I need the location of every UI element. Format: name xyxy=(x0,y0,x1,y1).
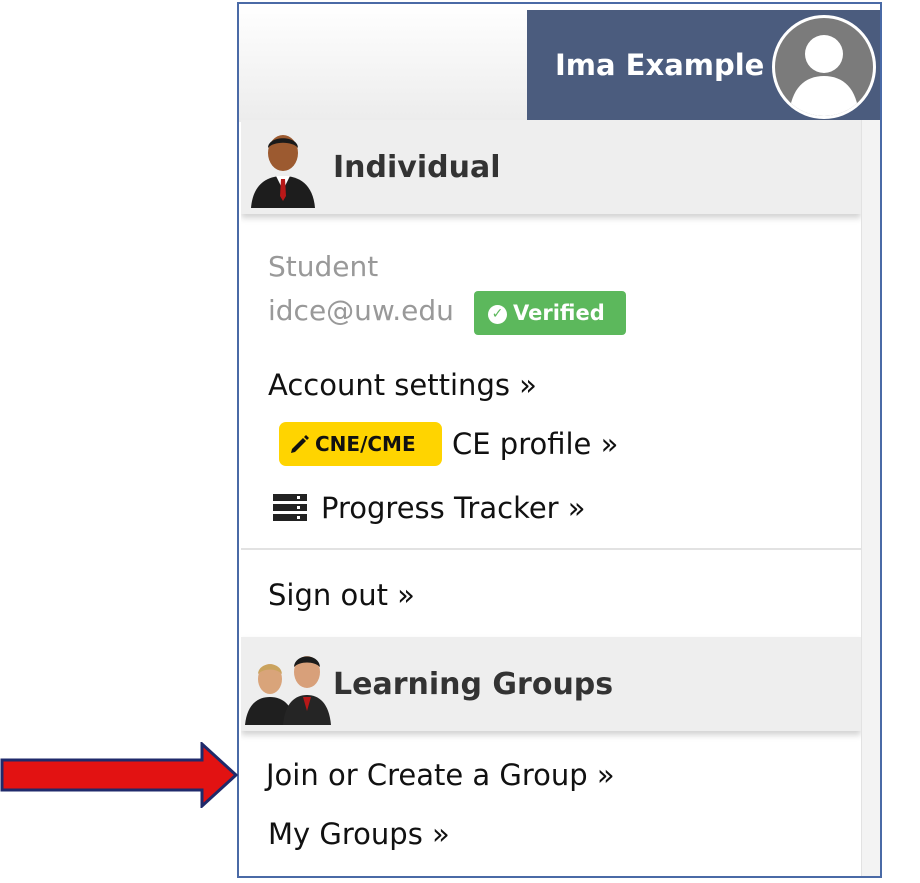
top-bar: Ima Example xyxy=(239,4,880,122)
ce-profile-link[interactable]: CE profile » xyxy=(452,427,618,461)
user-role: Student xyxy=(268,250,379,283)
individual-section-title: Individual xyxy=(333,150,501,185)
learning-groups-section-header: Learning Groups xyxy=(241,637,861,731)
account-dropdown-frame: Ima Example Individual Student idce@uw.e… xyxy=(237,2,882,878)
individual-section-header: Individual xyxy=(241,120,861,214)
businessman-icon xyxy=(251,135,315,208)
check-circle-icon: ✓ xyxy=(488,305,507,324)
list-icon xyxy=(273,494,307,521)
cne-cme-badge[interactable]: CNE/CME xyxy=(279,422,442,466)
sign-out-link[interactable]: Sign out » xyxy=(268,578,415,612)
red-arrow-icon xyxy=(0,742,239,808)
group-people-icon xyxy=(245,656,331,725)
avatar[interactable] xyxy=(772,15,876,119)
my-groups-link[interactable]: My Groups » xyxy=(268,817,450,851)
join-create-group-link[interactable]: Join or Create a Group » xyxy=(266,758,615,792)
verified-badge-label: Verified xyxy=(513,301,605,325)
dropdown-panel: Individual Student idce@uw.edu ✓ Verified… xyxy=(241,120,861,876)
divider xyxy=(241,548,861,550)
verified-badge: ✓ Verified xyxy=(474,291,626,335)
user-name: Ima Example xyxy=(555,48,765,82)
user-silhouette-icon xyxy=(789,35,859,116)
cne-cme-badge-label: CNE/CME xyxy=(315,432,416,456)
user-email: idce@uw.edu xyxy=(268,294,454,327)
progress-tracker-link[interactable]: Progress Tracker » xyxy=(321,491,586,525)
account-settings-link[interactable]: Account settings » xyxy=(268,368,537,402)
pencil-icon xyxy=(291,435,309,453)
scrollbar-track[interactable] xyxy=(861,120,880,876)
learning-groups-section-title: Learning Groups xyxy=(333,667,614,702)
user-menu-button[interactable]: Ima Example xyxy=(527,10,880,122)
